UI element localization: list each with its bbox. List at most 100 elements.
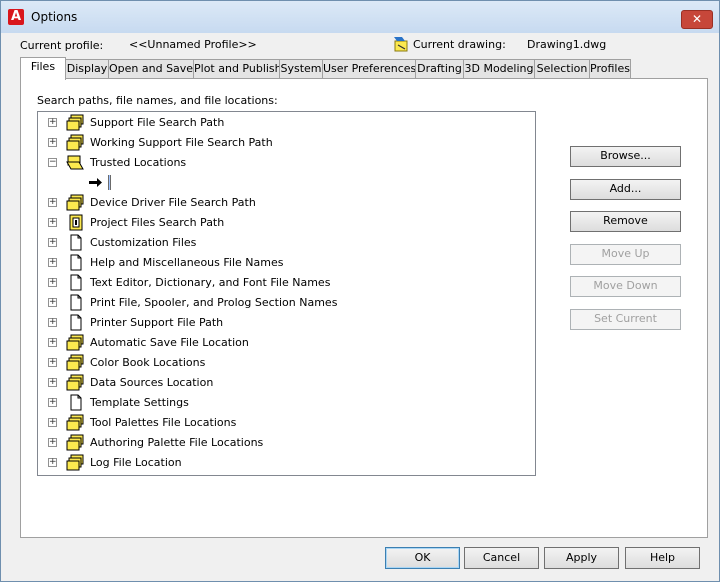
window-title: Options <box>31 10 78 24</box>
tree-node[interactable]: + Printer Support File Path <box>38 313 528 333</box>
current-drawing-label: Current drawing: <box>413 38 506 51</box>
cancel-button[interactable]: Cancel <box>464 547 539 569</box>
tree-node-label: Log File Location <box>90 456 182 469</box>
tree-node[interactable]: + Device Driver File Search Path <box>38 193 528 213</box>
tree-node[interactable]: + Data Sources Location <box>38 373 528 393</box>
tree-node[interactable]: + Working Support File Search Path <box>38 133 528 153</box>
options-dialog: A Options ✕ Current profile: <<Unnamed P… <box>0 0 720 582</box>
tree-vertical-scrollbar[interactable]: ▲ ▼ <box>535 112 536 475</box>
document-icon <box>66 274 84 291</box>
current-profile-value: <<Unnamed Profile>> <box>129 38 257 51</box>
tree-node-label: Color Book Locations <box>90 356 206 369</box>
tree-node-label: Tool Palettes File Locations <box>90 416 237 429</box>
tab-drafting[interactable]: Drafting <box>415 59 464 79</box>
drawing-icon <box>394 37 408 52</box>
tree-node-label: Project Files Search Path <box>90 216 225 229</box>
tree-node[interactable]: + Text Editor, Dictionary, and Font File … <box>38 273 528 293</box>
project-icon <box>66 214 84 231</box>
expand-icon[interactable]: + <box>48 458 57 467</box>
tab-plot-and-publish[interactable]: Plot and Publish <box>193 59 282 79</box>
document-icon <box>66 314 84 331</box>
tab-open-and-save[interactable]: Open and Save <box>108 59 194 79</box>
close-button[interactable]: ✕ <box>681 10 713 29</box>
add-button[interactable]: Add... <box>570 179 681 200</box>
tab-selection[interactable]: Selection <box>534 59 590 79</box>
tree-node[interactable]: + Project Files Search Path <box>38 213 528 233</box>
expand-icon[interactable]: + <box>48 358 57 367</box>
tab-profiles[interactable]: Profiles <box>589 59 631 79</box>
tree-node[interactable]: + Tool Palettes File Locations <box>38 413 528 433</box>
tree-node[interactable]: + Help and Miscellaneous File Names <box>38 253 528 273</box>
tab-system[interactable]: System <box>279 59 323 79</box>
remove-button[interactable]: Remove <box>570 211 681 232</box>
move-down-button[interactable]: Move Down <box>570 276 681 297</box>
expand-icon[interactable]: + <box>48 318 57 327</box>
folder-stack-icon <box>66 114 84 131</box>
expand-icon[interactable]: + <box>48 278 57 287</box>
tree-node[interactable]: + Color Book Locations <box>38 353 528 373</box>
folder-stack-icon <box>66 374 84 391</box>
dialog-client-area: Current profile: <<Unnamed Profile>> Cur… <box>7 33 713 575</box>
apply-button[interactable]: Apply <box>544 547 619 569</box>
file-locations-tree[interactable]: + Log File Location + Authoring Palette Fil… <box>37 111 536 476</box>
tree-node[interactable]: + Template Settings <box>38 393 528 413</box>
tab-user-preferences[interactable]: User Preferences <box>322 59 416 79</box>
folder-stack-icon <box>66 334 84 351</box>
expand-icon[interactable]: + <box>48 378 57 387</box>
help-button[interactable]: Help <box>625 547 700 569</box>
tree-node[interactable]: + Automatic Save File Location <box>38 333 528 353</box>
tree-node-label: Customization Files <box>90 236 197 249</box>
tree-node[interactable]: + Print File, Spooler, and Prolog Section… <box>38 293 528 313</box>
current-drawing-value: Drawing1.dwg <box>527 38 607 51</box>
expand-icon[interactable]: + <box>48 138 57 147</box>
tree-node[interactable]: + Authoring Palette File Locations <box>38 433 528 453</box>
expand-icon[interactable]: + <box>48 298 57 307</box>
title-bar[interactable]: A Options ✕ <box>1 1 719 33</box>
move-up-button[interactable]: Move Up <box>570 244 681 265</box>
document-icon <box>66 234 84 251</box>
browse-button[interactable]: Browse... <box>570 146 681 167</box>
tree-node-label: Automatic Save File Location <box>90 336 249 349</box>
tree-node-label: Support File Search Path <box>90 116 225 129</box>
document-icon <box>66 294 84 311</box>
expand-icon[interactable]: + <box>48 398 57 407</box>
folder-stack-icon <box>66 414 84 431</box>
tab-3d-modeling[interactable]: 3D Modeling <box>463 59 535 79</box>
tree-node-label: Trusted Locations <box>90 156 187 169</box>
expand-icon[interactable]: + <box>48 118 57 127</box>
collapse-icon[interactable]: − <box>48 158 57 167</box>
folder-stack-icon <box>66 354 84 371</box>
tree-node-label: Working Support File Search Path <box>90 136 273 149</box>
ok-button[interactable]: OK <box>385 547 460 569</box>
arrow-cursor-icon <box>88 174 116 191</box>
tree-node[interactable]: − Trusted Locations <box>38 153 528 173</box>
expand-icon[interactable]: + <box>48 338 57 347</box>
tree-node-label: Authoring Palette File Locations <box>90 436 264 449</box>
search-paths-label: Search paths, file names, and file locat… <box>37 94 278 107</box>
tree-node[interactable]: + Log File Location <box>38 453 528 473</box>
expand-icon[interactable]: + <box>48 238 57 247</box>
folder-stack-icon <box>66 134 84 151</box>
set-current-button[interactable]: Set Current <box>570 309 681 330</box>
tab-files[interactable]: Files <box>20 57 66 80</box>
folder-stack-icon <box>66 194 84 211</box>
tab-display[interactable]: Display <box>65 59 109 79</box>
autocad-app-icon: A <box>8 9 24 25</box>
expand-icon[interactable]: + <box>48 438 57 447</box>
tree-node-label: Text Editor, Dictionary, and Font File N… <box>90 276 331 289</box>
folder-stack-icon <box>66 454 84 471</box>
tree-node-label: Data Sources Location <box>90 376 214 389</box>
expand-icon[interactable]: + <box>48 258 57 267</box>
folder-stack-icon <box>66 434 84 451</box>
tree-node-label: Template Settings <box>90 396 189 409</box>
tree-node[interactable]: + Customization Files <box>38 233 528 253</box>
folder-open-icon <box>66 154 84 171</box>
tree-node[interactable]: + Support File Search Path <box>38 113 528 133</box>
expand-icon[interactable]: + <box>48 418 57 427</box>
expand-icon[interactable]: + <box>48 218 57 227</box>
expand-icon[interactable]: + <box>48 198 57 207</box>
tree-node-label: Help and Miscellaneous File Names <box>90 256 284 269</box>
tree-child-entry[interactable] <box>38 173 528 193</box>
tree-node-label: Printer Support File Path <box>90 316 224 329</box>
files-tab-panel: Search paths, file names, and file locat… <box>20 78 708 538</box>
